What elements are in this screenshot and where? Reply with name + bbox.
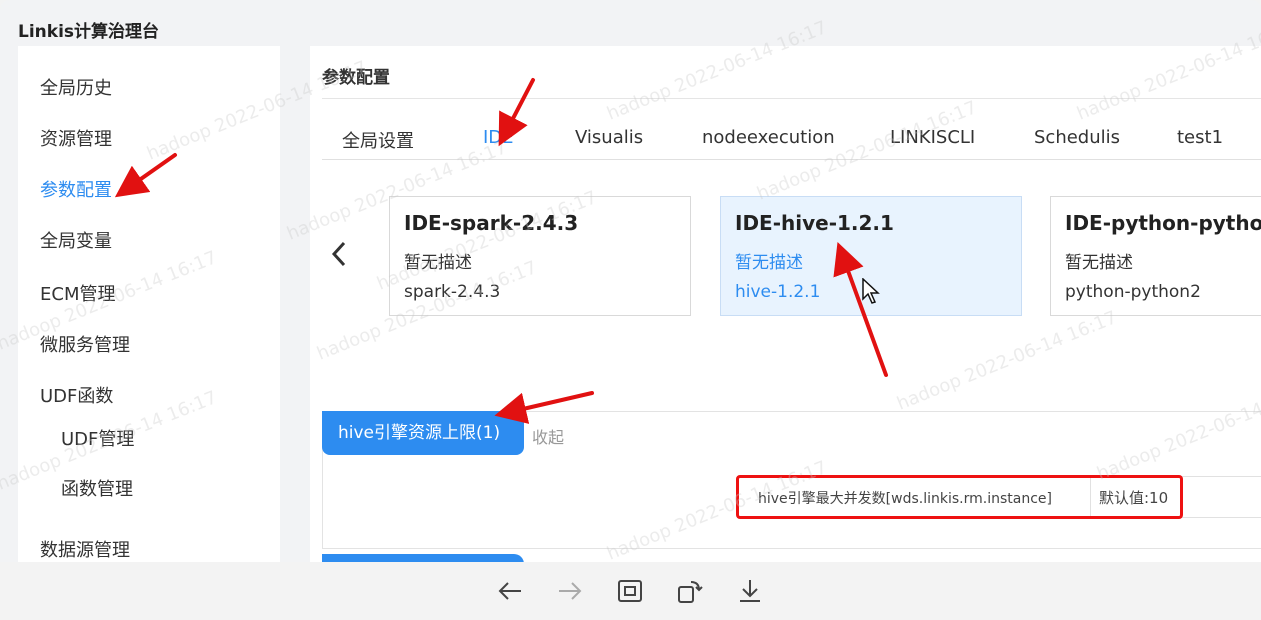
card-title: IDE-python-python2 xyxy=(1065,211,1261,235)
param-default-value: 默认值:10 xyxy=(1099,489,1169,507)
sidebar-item-parameter-config[interactable]: 参数配置 xyxy=(40,176,112,202)
engine-card-spark[interactable]: IDE-spark-2.4.3 暂无描述 spark-2.4.3 xyxy=(389,196,691,316)
mouse-cursor-icon xyxy=(862,278,880,304)
param-row: hive引擎最大并发数[wds.linkis.rm.instance] 默认值:… xyxy=(737,476,1261,518)
engine-card-python[interactable]: IDE-python-python2 暂无描述 python-python2 xyxy=(1050,196,1261,316)
tab-test1[interactable]: test1 xyxy=(1177,127,1223,148)
panel-tab-hive-resource-limit[interactable]: hive引擎资源上限(1) xyxy=(322,411,524,455)
sidebar-item-global-history[interactable]: 全局历史 xyxy=(40,74,112,100)
carousel-prev-icon[interactable] xyxy=(330,240,348,276)
main-content: 参数配置 全局设置 IDE Visualis nodeexecution LIN… xyxy=(310,46,1261,566)
card-description: 暂无描述 xyxy=(404,253,472,273)
sidebar-item-microservice-management[interactable]: 微服务管理 xyxy=(40,331,130,357)
viewer-toolbar xyxy=(0,562,1261,620)
tab-linkiscli[interactable]: LINKISCLI xyxy=(890,127,975,148)
arrow-right-icon[interactable] xyxy=(557,578,583,604)
sidebar-item-datasource-management[interactable]: 数据源管理 xyxy=(40,536,130,562)
param-separator xyxy=(1090,477,1091,517)
tab-ide[interactable]: IDE xyxy=(483,127,514,148)
rotate-icon[interactable] xyxy=(677,578,703,604)
fit-screen-icon[interactable] xyxy=(617,578,643,604)
param-name: hive引擎最大并发数[wds.linkis.rm.instance] xyxy=(758,491,1052,507)
sidebar-item-global-variables[interactable]: 全局变量 xyxy=(40,227,112,253)
card-title: IDE-spark-2.4.3 xyxy=(404,211,579,235)
sidebar: 全局历史 资源管理 参数配置 全局变量 ECM管理 微服务管理 UDF函数 UD… xyxy=(18,46,280,566)
title-divider xyxy=(322,98,1261,99)
collapse-link[interactable]: 收起 xyxy=(532,424,564,448)
tab-global-settings[interactable]: 全局设置 xyxy=(342,127,414,153)
download-icon[interactable] xyxy=(737,578,763,604)
sidebar-item-resource-management[interactable]: 资源管理 xyxy=(40,125,112,151)
card-description: 暂无描述 xyxy=(735,253,803,273)
tabs-underline xyxy=(322,159,1261,160)
page-title: 参数配置 xyxy=(322,68,390,88)
arrow-left-icon[interactable] xyxy=(497,578,523,604)
tab-visualis[interactable]: Visualis xyxy=(575,127,643,148)
app-title: Linkis计算治理台 xyxy=(18,22,160,42)
screenshot-frame: Linkis计算治理台 全局历史 资源管理 参数配置 全局变量 ECM管理 微服… xyxy=(0,0,1261,620)
sidebar-item-udf-functions[interactable]: UDF函数 xyxy=(40,382,113,408)
card-version: hive-1.2.1 xyxy=(735,282,821,302)
sidebar-item-function-management[interactable]: 函数管理 xyxy=(61,475,133,501)
card-version: python-python2 xyxy=(1065,282,1201,302)
tab-nodeexecution[interactable]: nodeexecution xyxy=(702,127,835,148)
card-description: 暂无描述 xyxy=(1065,253,1133,273)
sidebar-item-udf-management[interactable]: UDF管理 xyxy=(61,425,134,451)
card-title: IDE-hive-1.2.1 xyxy=(735,211,894,235)
card-version: spark-2.4.3 xyxy=(404,282,501,302)
sidebar-item-ecm-management[interactable]: ECM管理 xyxy=(40,280,115,306)
tab-schedulis[interactable]: Schedulis xyxy=(1034,127,1120,148)
